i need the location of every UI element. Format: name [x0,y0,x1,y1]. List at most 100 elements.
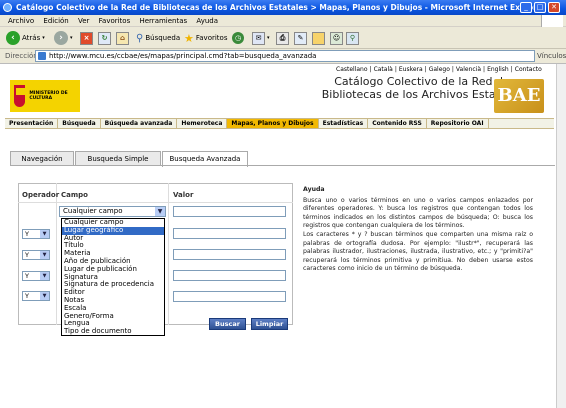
address-input[interactable]: http://www.mcu.es/ccbae/es/mapas/princip… [35,50,535,62]
valor-input-4[interactable] [173,270,286,281]
valor-input-3[interactable] [173,249,286,260]
limpiar-button[interactable]: Limpiar [251,318,288,330]
chevron-down-icon: ▼ [40,292,49,300]
tab-divider [10,165,555,166]
language-links: Castellano | Català | Euskera | Galego | Valenci… [336,66,542,73]
stop-button[interactable]: × [80,30,93,46]
menu-herramientas[interactable]: Herramientas [139,17,187,25]
column-divider [168,183,169,325]
operador-header: Operador [22,191,60,199]
favorites-label: Favoritos [195,34,228,42]
campo-header: Campo [61,191,88,199]
ministry-logo[interactable]: MINISTERIO DE CULTURA [10,80,80,112]
menu-favoritos[interactable]: Favoritos [99,17,131,25]
favorites-button[interactable]: ★ Favoritos [184,30,227,46]
nav-oai[interactable]: Repositorio OAI [427,119,489,128]
menu-ver[interactable]: Ver [78,17,89,25]
folder-button[interactable] [312,30,325,46]
valor-input-1[interactable] [173,206,286,217]
valor-header: Valor [173,191,194,199]
back-arrow-icon: ‹ [6,31,20,45]
search-button[interactable]: ⚲ Búsqueda [136,30,180,46]
lang-euskera[interactable]: Euskera [399,66,423,73]
lang-valencia[interactable]: Valencià [456,66,481,73]
nav-busqueda-avanzada[interactable]: Búsqueda avanzada [101,119,178,128]
campo-select-1[interactable]: Cualquier campo ▼ [59,206,166,217]
operador-select-3[interactable]: Y ▼ [22,250,50,260]
menu-archivo[interactable]: Archivo [8,17,34,25]
lang-english[interactable]: English [487,66,509,73]
lang-catala[interactable]: Català [374,66,393,73]
chevron-down-icon: ▼ [40,230,49,238]
search-label: Búsqueda [145,34,181,42]
help-paragraph-1: Busca uno o varios términos en uno o var… [303,196,533,230]
toolbar: ‹ Atrás ▾ › ▾ × ↻ ⌂ ⚲ Búsqueda ★ Favorit… [0,27,566,49]
row-divider [18,202,293,203]
ie-icon [3,3,12,12]
dropdown-arrow-icon: ▾ [267,35,270,41]
operador-select-5[interactable]: Y ▼ [22,291,50,301]
messenger-button[interactable]: ☺ [330,30,343,46]
dropdown-arrow-icon: ▾ [70,35,73,41]
lang-castellano[interactable]: Castellano [336,66,368,73]
chevron-down-icon: ▼ [40,251,49,259]
campo-option[interactable]: Tipo de documento [62,327,164,336]
contact-link[interactable]: Contacto [515,66,542,73]
menu-bar: Archivo Edición Ver Favoritos Herramient… [0,15,566,27]
history-icon: ◷ [232,32,244,44]
minimize-button[interactable]: _ [520,2,532,13]
campo-dropdown-list: Cualquier campo Lugar geográfico Autor Títu… [61,218,165,336]
menu-edicion[interactable]: Edición [43,17,68,25]
history-button[interactable]: ◷ [232,30,244,46]
nav-rss[interactable]: Contenido RSS [368,119,427,128]
mail-button[interactable]: ✉ ▾ [252,30,270,46]
research-button[interactable]: ⚲ [346,30,359,46]
campo-selected-value: Cualquier campo [63,207,123,215]
research-icon: ⚲ [346,31,359,45]
operador-value: Y [25,251,29,259]
operador-select-4[interactable]: Y ▼ [22,271,50,281]
mail-icon: ✉ [252,31,265,45]
nav-mapas[interactable]: Mapas, Planos y Dibujos [227,119,319,128]
windows-flag-icon [541,15,563,27]
edit-button[interactable]: ✎ [294,30,307,46]
page-icon [38,52,46,60]
forward-button[interactable]: › ▾ [54,30,73,46]
close-button[interactable]: ✕ [548,2,560,13]
operador-value: Y [25,292,29,300]
home-icon: ⌂ [116,31,129,45]
bae-logo: BAE [494,79,544,113]
stop-icon: × [80,31,93,45]
nav-estadisticas[interactable]: Estadísticas [319,119,369,128]
home-button[interactable]: ⌂ [116,30,129,46]
nav-busqueda[interactable]: Búsqueda [58,119,101,128]
tab-navegacion[interactable]: Navegación [10,151,74,166]
chevron-down-icon: ▼ [40,272,49,280]
page-scrollbar[interactable] [556,64,566,408]
buscar-button[interactable]: Buscar [209,318,246,330]
main-navigation: Presentación Búsqueda Búsqueda avanzada … [5,118,554,129]
links-label[interactable]: Vínculos [537,50,566,62]
tab-busqueda-simple[interactable]: Busqueda Simple [75,151,161,166]
column-divider [56,183,57,325]
refresh-button[interactable]: ↻ [98,30,111,46]
messenger-icon: ☺ [330,31,343,45]
maximize-button[interactable]: □ [534,2,546,13]
nav-presentacion[interactable]: Presentación [5,119,59,128]
valor-input-2[interactable] [173,228,286,239]
valor-input-5[interactable] [173,291,286,302]
address-label: Dirección [5,52,38,60]
help-title: Ayuda [303,186,325,193]
print-button[interactable]: ⎙ [276,30,289,46]
menu-ayuda[interactable]: Ayuda [196,17,218,25]
lang-galego[interactable]: Galego [429,66,450,73]
coat-of-arms-icon [14,85,27,107]
nav-hemeroteca[interactable]: Hemeroteca [177,119,228,128]
forward-arrow-icon: › [54,31,68,45]
print-icon: ⎙ [276,31,289,45]
operador-select-2[interactable]: Y ▼ [22,229,50,239]
address-url: http://www.mcu.es/ccbae/es/mapas/princip… [49,52,317,60]
folder-icon [312,31,325,45]
help-panel: Ayuda Busca uno o varios términos en uno… [303,186,533,274]
back-button[interactable]: ‹ Atrás ▾ [6,30,45,46]
